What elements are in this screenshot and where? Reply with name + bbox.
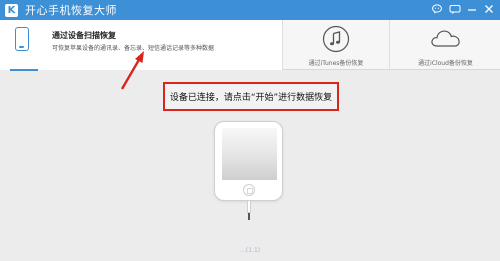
usb-cable-tip — [248, 213, 250, 220]
connection-status-text: 设备已连接，请点击“开始”进行数据恢复 — [169, 93, 333, 103]
connected-phone-illustration — [214, 121, 283, 201]
app-window: K 开心手机恢复大师 通过设备扫描恢复 可恢复苹果设备的通讯录、备忘录、短信通话… — [0, 0, 500, 261]
connection-status-callout: 设备已连接，请点击“开始”进行数据恢复 — [163, 82, 339, 111]
phone-screen — [222, 128, 277, 180]
usb-cable — [247, 201, 251, 213]
device-info-text: …(1.1) — [239, 247, 261, 254]
home-button-icon — [243, 184, 255, 196]
